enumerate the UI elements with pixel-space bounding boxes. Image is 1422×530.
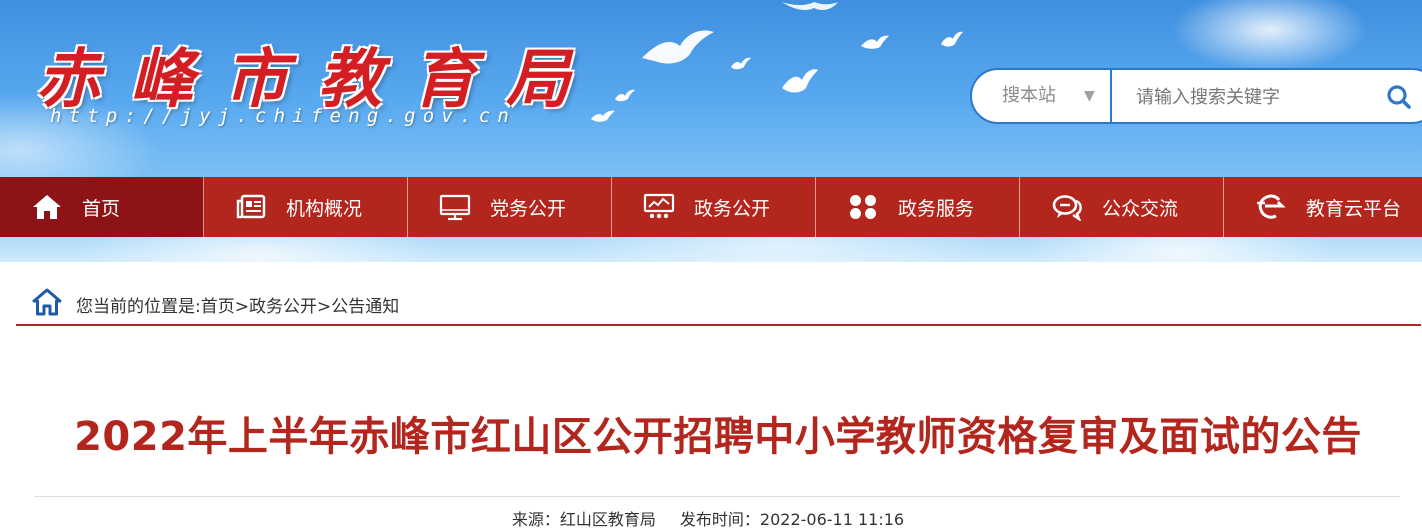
breadcrumb-prefix: 您当前的位置是:	[76, 297, 201, 317]
breadcrumb-separator: >	[316, 297, 332, 317]
dove-icon	[782, 69, 818, 93]
breadcrumb-link-government-affairs[interactable]: 政务公开	[249, 297, 317, 317]
divider	[34, 496, 1400, 497]
breadcrumb: 您当前的位置是:首页>政务公开>公告通知	[16, 278, 1421, 326]
chat-icon	[1050, 192, 1084, 222]
grid-icon	[846, 192, 880, 222]
home-icon	[30, 192, 64, 222]
home-icon	[32, 288, 62, 316]
nav-item-public-communication[interactable]: 公众交流	[1020, 177, 1224, 237]
breadcrumb-link-home[interactable]: 首页	[201, 297, 235, 317]
breadcrumb-link-announcements[interactable]: 公告通知	[331, 297, 399, 317]
nav-label: 政务公开	[694, 197, 771, 220]
nav-label: 首页	[82, 197, 121, 220]
dove-icon	[782, 2, 838, 10]
breadcrumb-text: 您当前的位置是:首页>政务公开>公告通知	[76, 292, 399, 317]
search-divider	[1110, 70, 1112, 122]
dove-icon	[941, 31, 963, 47]
nav-item-party-affairs[interactable]: 党务公开	[408, 177, 612, 237]
nav-label: 政务服务	[898, 197, 975, 220]
nav-item-organization[interactable]: 机构概况	[204, 177, 408, 237]
article-title: 2022年上半年赤峰市红山区公开招聘中小学教师资格复审及面试的公告	[74, 414, 1362, 460]
main-nav: 首页 机构概况 党务公开 政务公开 政务服务 公众交流 教育云平台	[0, 177, 1422, 237]
dove-icon	[591, 110, 615, 122]
nav-item-home[interactable]: 首页	[0, 177, 204, 237]
search-scope-select[interactable]: 搜本站	[1002, 70, 1056, 122]
article-publish-time: 发布时间：2022-06-11 11:16	[679, 510, 905, 529]
dove-icon	[861, 35, 889, 49]
breadcrumb-separator: >	[234, 297, 249, 317]
article-meta: 来源：红山区教育局 发布时间：2022-06-11 11:16	[0, 506, 1416, 530]
article-source: 来源：红山区教育局	[511, 510, 656, 529]
nav-label: 教育云平台	[1306, 197, 1402, 220]
presentation-icon	[642, 192, 676, 222]
nav-label: 公众交流	[1102, 197, 1179, 220]
dropdown-arrow-icon[interactable]: ▼	[1084, 70, 1095, 122]
monitor-icon	[438, 192, 472, 222]
organization-icon	[234, 192, 268, 222]
search-box: 搜本站 ▼	[970, 68, 1422, 124]
dove-icon	[615, 89, 635, 102]
nav-label: 机构概况	[286, 197, 363, 220]
nav-label: 党务公开	[490, 197, 567, 220]
nav-item-education-cloud[interactable]: 教育云平台	[1224, 177, 1422, 237]
search-input[interactable]	[1134, 82, 1368, 112]
nav-item-government-affairs[interactable]: 政务公开	[612, 177, 816, 237]
dove-icon	[642, 30, 714, 64]
search-icon[interactable]	[1384, 82, 1414, 112]
site-url: http://jyj.chifeng.gov.cn	[50, 105, 516, 127]
cloud-platform-icon	[1254, 192, 1288, 222]
header-banner: 赤峰市教育局 http://jyj.chifeng.gov.cn 搜本站 ▼ 请…	[0, 0, 1422, 262]
nav-item-government-services[interactable]: 政务服务	[816, 177, 1020, 237]
dove-icon	[731, 57, 751, 70]
